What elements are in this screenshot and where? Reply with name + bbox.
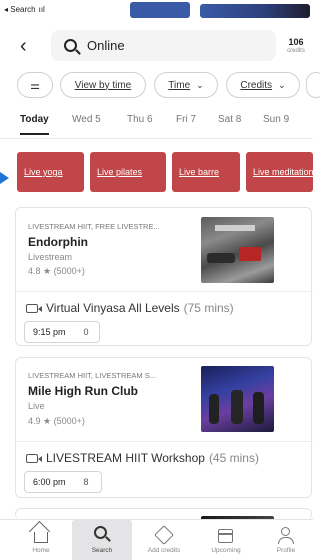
class-title: Virtual Vinyasa All Levels [46,301,180,315]
profile-icon [278,527,294,544]
filter-credits[interactable]: Credits ⌄ [226,72,300,98]
day-tabs: Today Wed 5 Thu 6 Fri 7 Sat 8 Sun 9 [0,112,313,136]
studio-rating: 4.8 ★ (5000+) [28,266,85,276]
tab-label: Upcoming [211,547,241,554]
studio-card[interactable]: LIVESTREAM HIIT, LIVESTREAM S... Mile Hi… [15,357,313,498]
studio-card[interactable]: LIVESTREAM HIIT, FREE LIVESTRE... Endorp… [15,207,313,346]
filter-label: Credits [240,79,273,91]
search-icon [94,526,107,539]
search-icon [64,39,77,52]
filter-more[interactable] [306,72,320,98]
class-title: LIVESTREAM HIIT Workshop [46,451,205,465]
search-query: Online [87,38,125,53]
studio-name[interactable]: Mile High Run Club [28,384,138,398]
status-left: ◂ Search ııl [4,5,45,14]
calendar-icon [218,529,233,543]
filter-label: Time [168,79,191,91]
filter-time[interactable]: Time ⌄ [154,72,218,98]
chevron-down-icon: ⌄ [278,79,286,90]
studio-thumbnail[interactable] [201,366,274,432]
signal-icon: ııl [38,5,45,14]
tab-upcoming[interactable]: Upcoming [196,520,256,560]
filter-label: View by time [74,79,132,91]
home-icon [34,532,48,543]
tab-fri[interactable]: Fri 7 [176,114,196,125]
tab-sat[interactable]: Sat 8 [218,114,241,125]
status-banner-image [130,2,190,18]
category-live-yoga[interactable]: Live yoga [17,152,84,192]
tab-thu[interactable]: Thu 6 [127,114,153,125]
tab-label: Search [91,547,113,554]
tab-today[interactable]: Today [20,114,49,125]
studio-name[interactable]: Endorphin [28,235,88,249]
chevron-down-icon: ⌄ [196,79,204,90]
sliders-icon: ⚌ [30,79,40,92]
tab-home[interactable]: Home [11,520,71,560]
card-divider [16,291,313,292]
category-live-pilates[interactable]: Live pilates [90,152,166,192]
class-duration: (45 mins) [208,451,259,465]
filter-row: ⚌ View by time Time ⌄ Credits ⌄ [0,72,320,98]
time-slot-spots: 8 [83,477,89,487]
divider [0,138,313,139]
filter-view-by-time[interactable]: View by time [60,72,146,98]
video-camera-icon [26,453,42,463]
category-live-barre[interactable]: Live barre [172,152,240,192]
time-slot-button[interactable]: 6:00 pm 8 [24,471,102,493]
time-slot-button[interactable]: 9:15 pm 0 [24,321,100,343]
class-row[interactable]: Virtual Vinyasa All Levels (75 mins) [26,301,234,315]
bottom-tab-bar: Home Search Add credits Upcoming Profile [0,519,313,560]
studio-tags: LIVESTREAM HIIT, FREE LIVESTRE... [28,222,160,231]
back-arrow-icon[interactable]: ‹ [20,35,42,57]
tab-add-credits[interactable]: Add credits [134,520,194,560]
credits-counter[interactable]: 106 credits [283,37,309,54]
pointer-arrow-icon [0,172,9,184]
filter-settings-button[interactable]: ⚌ [17,72,53,98]
class-duration: (75 mins) [183,301,234,315]
studio-location: Livestream [28,252,73,262]
status-bar: ◂ Search ııl [0,0,313,22]
tab-sun[interactable]: Sun 9 [263,114,289,125]
credits-label: credits [287,48,305,54]
tab-wed[interactable]: Wed 5 [72,114,101,125]
search-input[interactable]: Online [51,30,276,61]
studio-location: Live [28,401,45,411]
tab-profile[interactable]: Profile [256,520,316,560]
active-tab-underline [20,133,49,135]
time-slot-time: 6:00 pm [33,477,66,487]
tab-label: Home [32,547,50,554]
search-header: ‹ Online 106 credits [0,27,313,65]
category-live-meditation[interactable]: Live meditation [246,152,313,192]
tab-label: Add credits [147,547,181,554]
video-camera-icon [26,303,42,313]
time-slot-spots: 0 [83,327,89,337]
studio-thumbnail[interactable] [201,217,274,283]
credits-count: 106 [288,37,304,47]
studio-rating: 4.9 ★ (5000+) [28,416,85,426]
back-to-search-link[interactable]: ◂ Search [4,5,36,14]
tab-search[interactable]: Search [72,520,132,560]
tag-icon [154,525,174,545]
class-row[interactable]: LIVESTREAM HIIT Workshop (45 mins) [26,451,259,465]
tab-label: Profile [276,547,296,554]
time-slot-time: 9:15 pm [33,327,66,337]
status-banner-image-right [200,4,310,18]
card-divider [16,441,313,442]
studio-tags: LIVESTREAM HIIT, LIVESTREAM S... [28,371,156,380]
